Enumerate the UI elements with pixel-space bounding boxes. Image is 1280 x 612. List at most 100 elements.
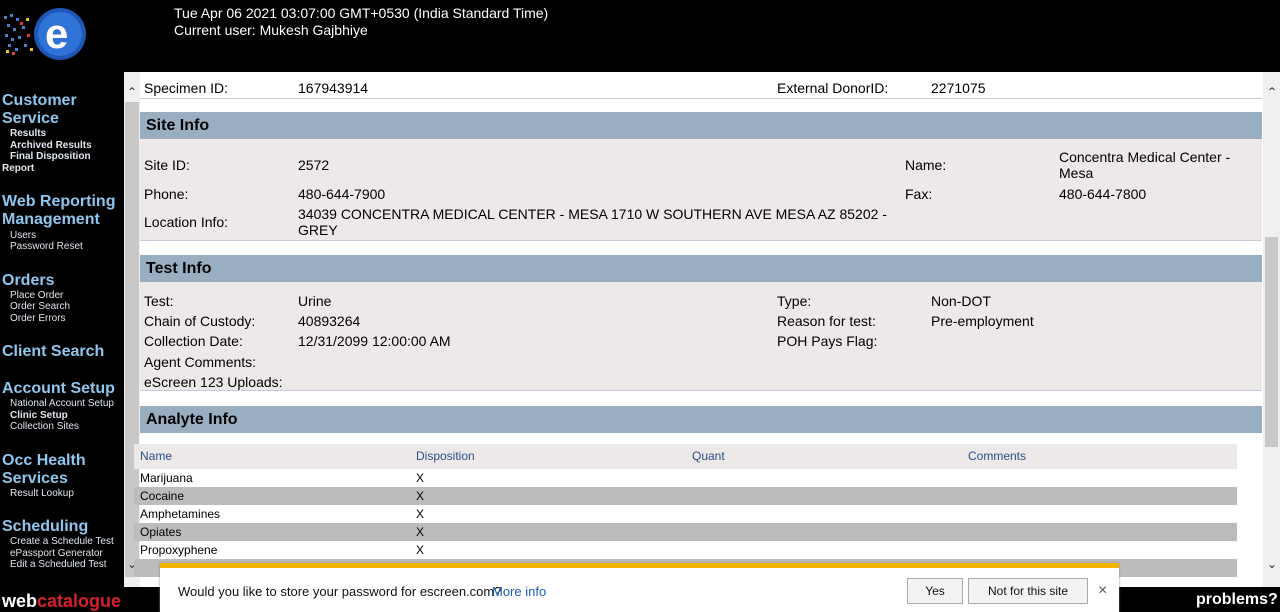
escreen-logo[interactable]: e: [2, 4, 92, 64]
site-name-value: Concentra Medical Center - Mesa: [1059, 149, 1230, 181]
column-header-disposition: Disposition: [416, 449, 475, 463]
nav-section-orders[interactable]: Orders: [2, 272, 54, 290]
outer-scrollbar[interactable]: ⌃ ⌄: [1263, 72, 1280, 587]
agent-comments-label: Agent Comments:: [144, 354, 257, 370]
analyte-name: Opiates: [140, 525, 182, 539]
problems-link[interactable]: problems?: [1196, 591, 1278, 609]
nav-section-title: Management: [2, 211, 100, 228]
table-row: Amphetamines X: [134, 505, 1237, 523]
nav-section-title: Customer: [2, 92, 77, 109]
specimen-id-label: Specimen ID:: [144, 80, 229, 96]
webcatalogue-catalogue: catalogue: [37, 591, 122, 611]
outer-scroll-thumb[interactable]: [1265, 237, 1278, 447]
webcatalogue-link[interactable]: webcatalogue: [2, 591, 121, 612]
nav-section-client-search[interactable]: Client Search: [2, 343, 104, 361]
nav-link-archived-results[interactable]: Archived Results: [10, 140, 92, 151]
analyte-name: Marijuana: [140, 471, 193, 485]
content-frame: ⌃ ⌄ Specimen ID: 167943914 External Dono…: [124, 72, 1280, 587]
nav-section-customer-service[interactable]: Customer Service: [2, 92, 77, 128]
location-info-value: 34039 CONCENTRA MEDICAL CENTER - MESA 17…: [298, 206, 887, 238]
test-label: Test:: [144, 293, 174, 309]
analyte-disposition: X: [416, 543, 425, 557]
save-password-bar: Would you like to store your password fo…: [160, 563, 1119, 612]
site-id-value: 2572: [298, 157, 330, 173]
nav-section-account-setup[interactable]: Account Setup: [2, 380, 115, 398]
yes-button[interactable]: Yes: [907, 578, 963, 604]
external-donor-id-value: 2271075: [931, 80, 986, 96]
location-info-label: Location Info:: [144, 214, 229, 230]
nav-link-create-schedule-test[interactable]: Create a Schedule Test: [10, 536, 114, 547]
nav-link-report[interactable]: Report: [2, 163, 34, 174]
nav-section-scheduling[interactable]: Scheduling: [2, 518, 88, 536]
chain-of-custody-label: Chain of Custody:: [144, 313, 256, 329]
column-header-quant: Quant: [692, 449, 725, 463]
nav-section-title: Occ Health: [2, 452, 86, 469]
more-info-link[interactable]: More info: [492, 584, 546, 599]
nav-link-final-disposition[interactable]: Final Disposition: [10, 151, 91, 162]
site-info-title: Site Info: [140, 112, 1262, 139]
svg-text:e: e: [45, 10, 68, 57]
reason-for-test-value: Pre-employment: [931, 313, 1034, 329]
nav-link-result-lookup[interactable]: Result Lookup: [10, 488, 74, 499]
test-info-title: Test Info: [140, 255, 1262, 282]
site-name-line: Concentra Medical Center -: [1059, 149, 1231, 165]
external-donor-id-label: External DonorID:: [777, 80, 889, 96]
test-value: Urine: [298, 293, 332, 309]
nav-section-occ-health[interactable]: Occ Health Services: [2, 452, 86, 488]
nav-link-results[interactable]: Results: [10, 128, 46, 139]
nav-link-password-reset[interactable]: Password Reset: [10, 241, 83, 252]
nav-link-order-search[interactable]: Order Search: [10, 301, 70, 312]
nav-link-edit-scheduled-test[interactable]: Edit a Scheduled Test: [10, 559, 107, 570]
header-current-user: Current user: Mukesh Gajbhiye: [174, 22, 368, 38]
analyte-table-header: [134, 444, 1237, 469]
site-id-label: Site ID:: [144, 157, 190, 173]
collection-date-value: 12/31/2099 12:00:00 AM: [298, 333, 451, 349]
collection-date-label: Collection Date:: [144, 333, 243, 349]
nav-section-title: Services: [2, 470, 68, 487]
reason-for-test-label: Reason for test:: [777, 313, 876, 329]
analyte-name: Cocaine: [140, 489, 185, 503]
nav-section-title: Service: [2, 110, 59, 127]
chevron-up-icon[interactable]: ⌃: [124, 85, 140, 99]
table-row: Marijuana X: [134, 469, 1237, 487]
nav-link-collection-sites[interactable]: Collection Sites: [10, 421, 79, 432]
close-icon[interactable]: ×: [1098, 582, 1107, 600]
specimen-row: Specimen ID: 167943914 External DonorID:…: [140, 72, 1262, 99]
location-line: 34039 CONCENTRA MEDICAL CENTER - MESA 17…: [298, 206, 887, 222]
analyte-disposition: X: [416, 525, 425, 539]
fax-value: 480-644-7800: [1059, 186, 1147, 202]
phone-value: 480-644-7900: [298, 186, 386, 202]
nav-link-epassport-generator[interactable]: ePassport Generator: [10, 548, 103, 559]
column-header-name: Name: [140, 449, 173, 463]
nav-section-web-reporting[interactable]: Web Reporting Management: [2, 193, 115, 229]
app-header: e Tue Apr 06 2021 03:07:00 GMT+0530 (Ind…: [0, 0, 1280, 72]
type-label: Type:: [777, 293, 812, 309]
site-info-body: Site ID: 2572 Name: Concentra Medical Ce…: [140, 139, 1262, 241]
analyte-disposition: X: [416, 507, 425, 521]
analyte-name: Amphetamines: [140, 507, 221, 521]
nav-link-clinic-setup[interactable]: Clinic Setup: [10, 410, 68, 421]
nav-link-national-account-setup[interactable]: National Account Setup: [10, 398, 114, 409]
analyte-info-title: Analyte Info: [140, 406, 1262, 433]
nav-link-place-order[interactable]: Place Order: [10, 290, 63, 301]
specimen-id-value: 167943914: [298, 80, 369, 96]
nav-link-order-errors[interactable]: Order Errors: [10, 313, 66, 324]
header-datetime: Tue Apr 06 2021 03:07:00 GMT+0530 (India…: [174, 5, 549, 21]
type-value: Non-DOT: [931, 293, 991, 309]
nav-section-title: Web Reporting: [2, 193, 116, 210]
test-info-body: Test: Urine Type: Non-DOT Chain of Custo…: [140, 282, 1262, 391]
location-line: GREY: [298, 222, 338, 238]
analyte-disposition: X: [416, 489, 425, 503]
table-row: Opiates X: [134, 523, 1237, 541]
chain-of-custody-value: 40893264: [298, 313, 361, 329]
poh-pays-flag-label: POH Pays Flag:: [777, 333, 878, 349]
fax-label: Fax:: [905, 186, 933, 202]
chevron-up-icon[interactable]: ⌃: [1264, 85, 1280, 99]
webcatalogue-web: web: [2, 591, 38, 611]
escreen-123-uploads-label: eScreen 123 Uploads:: [144, 374, 283, 390]
sidebar-nav: Customer Service Results Archived Result…: [0, 72, 124, 612]
nav-link-users[interactable]: Users: [10, 230, 36, 241]
chevron-down-icon[interactable]: ⌄: [1264, 557, 1280, 571]
analyte-disposition: X: [416, 471, 425, 485]
not-for-this-site-button[interactable]: Not for this site: [968, 578, 1088, 604]
